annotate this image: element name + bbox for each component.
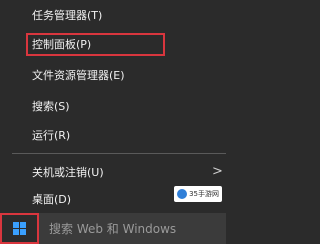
menu-item-shutdown[interactable]: 关机或注销(U) bbox=[32, 166, 104, 180]
taskbar-search-box[interactable]: 搜索 Web 和 Windows bbox=[39, 213, 226, 244]
context-menu: 任务管理器(T) 控制面板(P) 文件资源管理器(E) 搜索(S) 运行(R) … bbox=[12, 0, 226, 210]
desktop-screen: 任务管理器(T) 控制面板(P) 文件资源管理器(E) 搜索(S) 运行(R) … bbox=[0, 0, 226, 244]
windows-logo-icon bbox=[13, 222, 26, 235]
watermark-logo-icon bbox=[177, 189, 188, 199]
menu-separator bbox=[12, 153, 226, 154]
watermark-text: 35手游网 bbox=[189, 190, 219, 198]
menu-item-control-panel[interactable]: 控制面板(P) bbox=[32, 38, 91, 52]
menu-item-file-explorer[interactable]: 文件资源管理器(E) bbox=[32, 69, 125, 83]
menu-item-desktop[interactable]: 桌面(D) bbox=[32, 193, 71, 207]
menu-item-task-manager[interactable]: 任务管理器(T) bbox=[32, 9, 102, 23]
menu-item-search[interactable]: 搜索(S) bbox=[32, 100, 70, 114]
search-placeholder: 搜索 Web 和 Windows bbox=[49, 222, 177, 236]
watermark: 35手游网 bbox=[174, 186, 222, 202]
start-button[interactable] bbox=[0, 213, 39, 244]
chevron-right-icon: > bbox=[212, 164, 223, 179]
menu-item-run[interactable]: 运行(R) bbox=[32, 129, 70, 143]
